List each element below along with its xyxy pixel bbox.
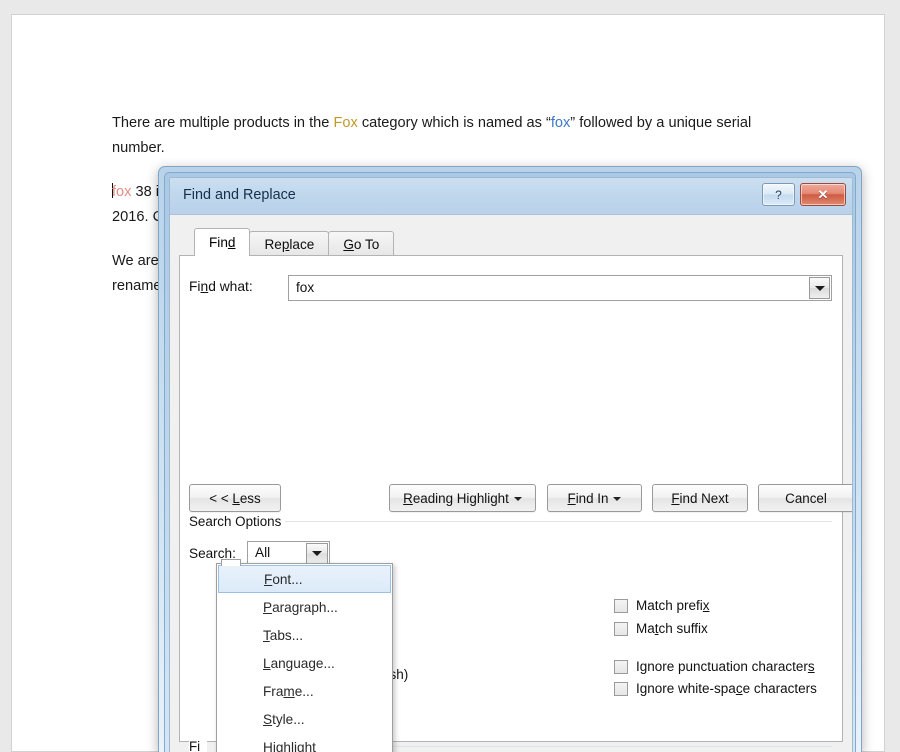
para1-seg-3: category which is named as “ (357, 115, 551, 131)
menu-item-style-label: Style... (263, 711, 305, 727)
cancel-label: Cancel (785, 490, 827, 506)
menu-item-tabs[interactable]: Tabs... (217, 621, 392, 649)
close-glyph: ✕ (817, 186, 829, 202)
checkbox-match-suffix[interactable]: Match suffix (614, 621, 708, 636)
search-direction-value: All (255, 545, 271, 560)
menu-item-language[interactable]: Language... (217, 649, 392, 677)
para1-seg-1: There are multiple products in the (112, 115, 334, 131)
tab-goto[interactable]: Go To (328, 231, 395, 256)
para3-line2: rename (112, 278, 162, 294)
menu-item-style[interactable]: Style... (217, 705, 392, 733)
menu-item-paragraph[interactable]: Paragraph... (217, 593, 392, 621)
screen: There are multiple products in the Fox c… (0, 0, 900, 752)
checkbox-match-prefix-label: Match prefix (636, 598, 710, 613)
para2-line2: 2016. C (112, 209, 164, 225)
menu-item-language-label: Language... (263, 655, 335, 671)
less-button[interactable]: < < Less (189, 484, 281, 512)
dialog-tabs: Find Replace Go To (170, 228, 852, 256)
chevron-down-icon (613, 497, 622, 501)
find-what-row: Find what: fox (189, 275, 832, 301)
find-and-replace-dialog: Find and Replace ? ✕ Find Replace Go To … (169, 177, 853, 752)
title-bar-buttons: ? ✕ (762, 183, 846, 206)
tab-strip: Find Replace Go To (194, 228, 852, 256)
para1-keyword-fox-category: Fox (333, 115, 358, 131)
para1-keyword-fox-quoted: fox (550, 115, 571, 131)
checkbox-icon[interactable] (614, 598, 628, 613)
menu-item-frame-label: Frame... (263, 683, 314, 699)
reading-highlight-button[interactable]: Reading Highlight (389, 484, 536, 512)
menu-item-tabs-label: Tabs... (263, 627, 304, 643)
menu-item-font-label: Font... (264, 571, 303, 587)
search-options-divider (285, 521, 832, 522)
para2-keyword-fox: fox (112, 184, 132, 200)
document-paragraph-1: There are multiple products in the Fox c… (112, 111, 802, 161)
find-what-input[interactable]: fox (288, 275, 832, 301)
checkbox-ignore-whitespace-label: Ignore white-space characters (636, 681, 817, 696)
cancel-button[interactable]: Cancel (758, 484, 852, 512)
find-and-replace-window: Find and Replace ? ✕ Find Replace Go To … (158, 166, 862, 752)
search-options-group-label: Search Options (189, 514, 289, 529)
dialog-title: Find and Replace (183, 187, 296, 203)
para3-line1: We are (112, 253, 159, 269)
tab-goto-label: Go To (343, 236, 380, 252)
checkbox-match-prefix[interactable]: Match prefix (614, 598, 710, 613)
help-glyph: ? (775, 187, 782, 202)
menu-item-frame[interactable]: Frame... (217, 677, 392, 705)
checkbox-ignore-punctuation[interactable]: Ignore punctuation characters (614, 659, 815, 674)
dialog-action-buttons: < < Less Reading Highlight Find In Find … (189, 484, 852, 512)
tab-find-label: Find (209, 235, 236, 250)
tab-replace-label: Replace (264, 236, 315, 252)
checkbox-match-suffix-label: Match suffix (636, 621, 708, 636)
menu-anchor-stub (221, 559, 241, 566)
find-tab-panel: Find what: fox < < Less Reading Highligh… (179, 255, 852, 752)
dialog-title-bar[interactable]: Find and Replace ? ✕ (170, 178, 852, 215)
chevron-down-icon[interactable] (306, 543, 328, 564)
find-in-button[interactable]: Find In (547, 484, 642, 512)
close-icon[interactable]: ✕ (800, 183, 846, 206)
para2-seg-2: 38 i (131, 184, 160, 200)
find-next-button[interactable]: Find Next (652, 484, 748, 512)
menu-item-paragraph-label: Paragraph... (263, 599, 338, 615)
menu-item-font[interactable]: Font... (218, 565, 391, 593)
help-icon[interactable]: ? (762, 183, 795, 206)
find-what-label: Find what: (189, 279, 253, 294)
checkbox-icon[interactable] (614, 681, 628, 696)
find-group-label: Fi (189, 739, 208, 752)
chevron-down-icon[interactable] (809, 277, 830, 299)
checkbox-icon[interactable] (614, 659, 628, 674)
checkbox-icon[interactable] (614, 621, 628, 636)
tab-find[interactable]: Find (194, 228, 251, 256)
less-label: < < Less (209, 490, 261, 506)
checkbox-ignore-punctuation-label: Ignore punctuation characters (636, 659, 815, 674)
find-in-label: Find In (568, 491, 622, 506)
menu-item-highlight[interactable]: Highlight (217, 733, 392, 752)
reading-highlight-label: Reading Highlight (403, 491, 522, 506)
menu-item-highlight-label: Highlight (263, 739, 316, 752)
find-what-value: fox (296, 280, 315, 295)
chevron-down-icon (513, 497, 522, 501)
find-next-label: Find Next (671, 490, 729, 506)
checkbox-ignore-whitespace[interactable]: Ignore white-space characters (614, 681, 817, 696)
tab-replace[interactable]: Replace (249, 231, 330, 256)
format-dropdown-menu: Font... Paragraph... Tabs... Language...… (216, 559, 393, 752)
